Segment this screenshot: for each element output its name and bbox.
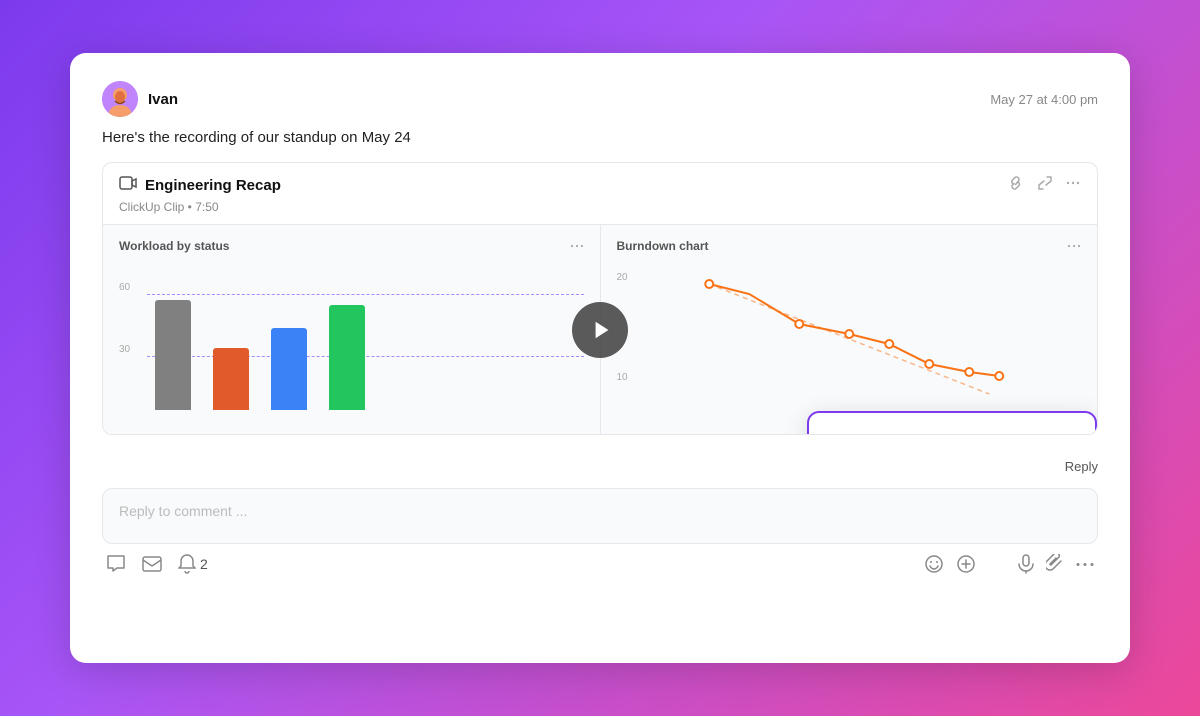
clip-meta: ClickUp Clip • 7:50 xyxy=(103,200,1097,224)
burndown-chart-panel: Burndown chart 20 10 xyxy=(601,225,1098,434)
clip-card: Engineering Recap ClickUp Clip • 7:50 W xyxy=(102,162,1098,435)
main-card: Ivan May 27 at 4:00 pm Here's the record… xyxy=(70,53,1130,663)
bar-4 xyxy=(329,305,365,410)
recording-popup: Microphone ∨ xyxy=(807,411,1097,435)
post-header: Ivan May 27 at 4:00 pm xyxy=(102,81,1098,117)
bar-1 xyxy=(155,300,191,410)
notification-count: 2 xyxy=(200,556,208,572)
bar-2 xyxy=(213,348,249,410)
emoji-icon[interactable] xyxy=(924,554,944,574)
charts-area: Workload by status 60 30 xyxy=(103,224,1097,434)
microphone-row: Microphone ∨ xyxy=(825,429,1079,435)
workload-chart-title: Workload by status xyxy=(119,239,584,256)
y-label-30: 30 xyxy=(119,344,130,355)
burndown-more-icon[interactable] xyxy=(1067,239,1081,256)
bell-icon[interactable] xyxy=(178,554,196,574)
mail-icon[interactable] xyxy=(142,556,162,572)
reply-input-area[interactable]: Reply to comment ... xyxy=(102,488,1098,544)
post-time: May 27 at 4:00 pm xyxy=(990,92,1098,107)
toolbar-left: 2 xyxy=(106,554,208,574)
more-options-icon[interactable] xyxy=(1065,175,1081,196)
more-toolbar-icon[interactable] xyxy=(1076,562,1094,567)
clip-title: Engineering Recap xyxy=(145,177,281,194)
avatar xyxy=(102,81,138,117)
clip-actions[interactable] xyxy=(1009,175,1081,196)
expand-icon[interactable] xyxy=(1037,175,1053,196)
post-author: Ivan xyxy=(102,81,178,117)
play-button[interactable] xyxy=(572,302,628,358)
chat-icon[interactable] xyxy=(106,554,126,574)
notification-badge[interactable]: 2 xyxy=(178,554,208,574)
post-message: Here's the recording of our standup on M… xyxy=(102,129,1098,146)
burndown-y-20: 20 xyxy=(617,272,628,283)
reply-placeholder: Reply to comment ... xyxy=(119,503,247,519)
workload-more-icon[interactable] xyxy=(570,239,584,256)
clip-title-row: Engineering Recap xyxy=(119,176,281,195)
y-label-60: 60 xyxy=(119,282,130,293)
attachment-icon[interactable] xyxy=(1046,554,1064,574)
bar-3 xyxy=(271,328,307,410)
reply-button[interactable]: Reply xyxy=(1065,459,1098,474)
mic-toolbar-icon[interactable] xyxy=(1018,554,1034,574)
burndown-svg xyxy=(617,264,1082,414)
workload-chart-panel: Workload by status 60 30 xyxy=(103,225,601,434)
clip-video-icon xyxy=(119,176,137,195)
clip-header: Engineering Recap xyxy=(103,163,1097,200)
post-actions-row: Reply xyxy=(102,451,1098,474)
burndown-y-10: 10 xyxy=(617,372,628,383)
author-name: Ivan xyxy=(148,91,178,108)
link-icon[interactable] xyxy=(1009,175,1025,196)
toolbar-right xyxy=(924,554,1094,574)
video-camera-icon-active[interactable] xyxy=(988,557,1006,571)
bottom-toolbar: 2 xyxy=(102,554,1098,574)
burndown-chart-title: Burndown chart xyxy=(617,239,1082,256)
reaction-icon[interactable] xyxy=(956,554,976,574)
